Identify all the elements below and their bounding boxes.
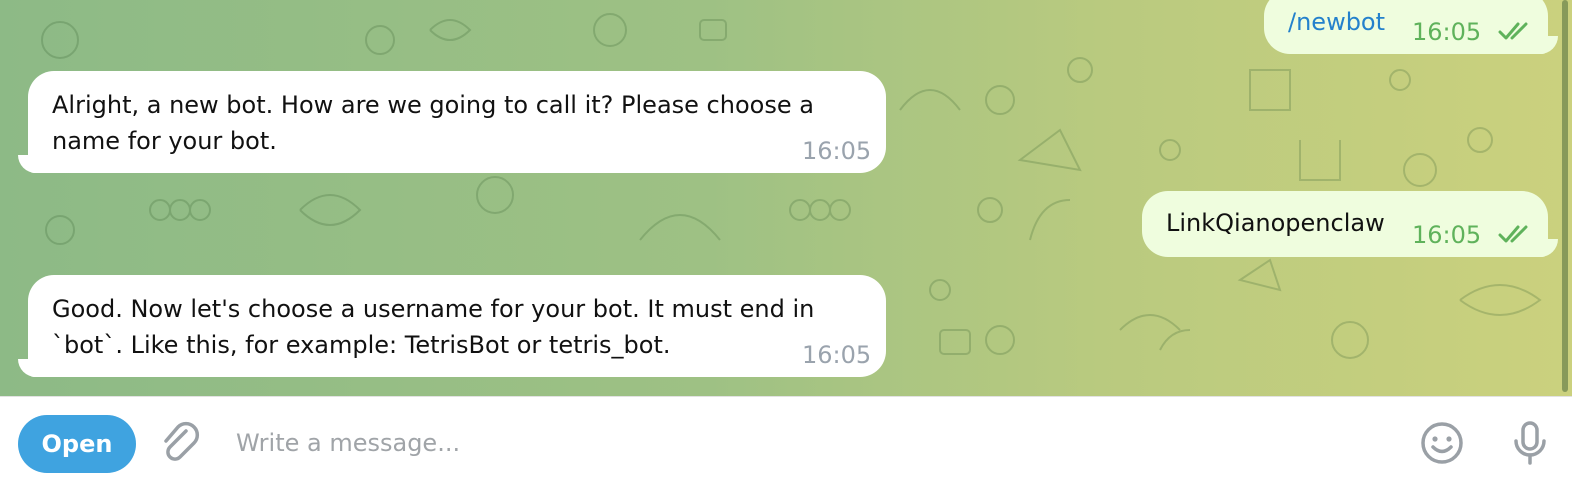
message-text: LinkQianopenclaw	[1166, 209, 1385, 237]
incoming-message[interactable]: Good. Now let's choose a username for yo…	[18, 275, 886, 377]
emoji-icon[interactable]	[1418, 419, 1466, 467]
bubble-tail	[1538, 36, 1558, 54]
message-time: 16:05	[1412, 221, 1482, 249]
message-time: 16:05	[802, 341, 872, 369]
chat-scrollbar[interactable]	[1562, 0, 1568, 392]
message-time: 16:05	[1412, 18, 1482, 46]
outgoing-message[interactable]: LinkQianopenclaw 16:05	[1142, 191, 1558, 257]
bubble-tail	[1538, 239, 1558, 257]
message-input[interactable]	[236, 419, 1386, 467]
outgoing-message[interactable]: /newbot 16:05	[1264, 0, 1558, 54]
message-line: name for your bot.	[52, 127, 277, 155]
paperclip-icon[interactable]	[156, 419, 204, 467]
bubble-tail	[18, 359, 38, 377]
telegram-chat-window: /newbot 16:05 Alright, a new bot. How ar…	[0, 0, 1572, 489]
incoming-message[interactable]: Alright, a new bot. How are we going to …	[18, 71, 886, 173]
bot-command-link[interactable]: /newbot	[1288, 4, 1385, 40]
open-button[interactable]: Open	[18, 415, 136, 473]
double-check-icon	[1498, 22, 1528, 40]
message-line: Alright, a new bot. How are we going to …	[52, 91, 814, 119]
message-line: Good. Now let's choose a username for yo…	[52, 295, 815, 323]
double-check-icon	[1498, 225, 1528, 243]
message-line: `bot`. Like this, for example: TetrisBot…	[52, 331, 671, 359]
message-time: 16:05	[802, 137, 872, 165]
microphone-icon[interactable]	[1506, 419, 1554, 467]
chat-history[interactable]: /newbot 16:05 Alright, a new bot. How ar…	[0, 0, 1572, 396]
message-composer: Open	[0, 396, 1572, 489]
bubble-tail	[18, 155, 38, 173]
